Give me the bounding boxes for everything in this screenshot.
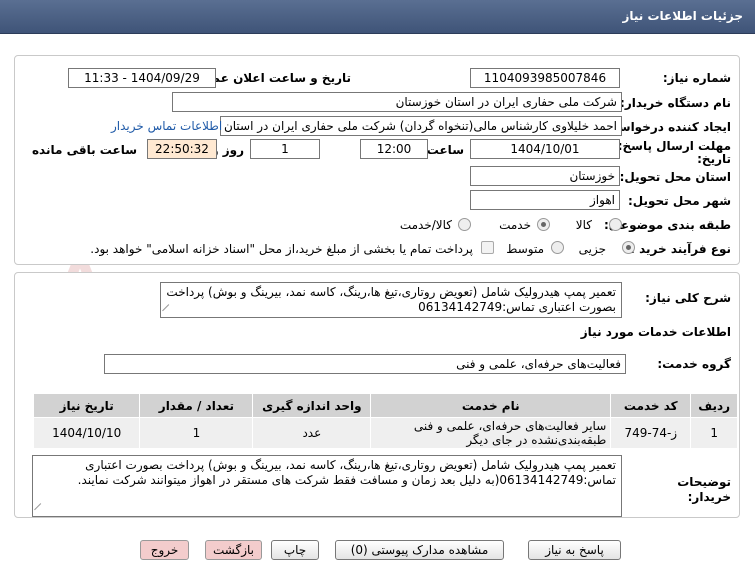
- exit-button[interactable]: خروج: [140, 540, 189, 560]
- deadline-date-label: تاریخ:: [697, 152, 731, 166]
- treasury-payment-note: پرداخت تمام یا بخشی از مبلغ خرید،از محل …: [90, 242, 473, 256]
- table-row: 1 ز-74-749 سایر فعالیت‌های حرفه‌ای، علمی…: [32, 417, 738, 449]
- service-group-field: فعالیت‌های حرفه‌ای، علمی و فنی: [104, 354, 626, 374]
- deadline-date-field: 1404/10/01: [470, 139, 620, 159]
- deadline-label: مهلت ارسال پاسخ: تا: [604, 139, 732, 153]
- remaining-time-field: 22:50:32: [147, 139, 217, 159]
- page-title: جزئیات اطلاعات نیاز: [622, 9, 743, 23]
- col-row-number: ردیف: [690, 393, 738, 418]
- back-button[interactable]: بازگشت: [205, 540, 262, 560]
- city-field: اهواز: [470, 190, 620, 210]
- creator-field: احمد خلیلاوی کارشناس مالی(تنخواه گردان) …: [220, 116, 622, 136]
- process-option-minor: جزیی: [578, 242, 606, 256]
- col-quantity: تعداد / مقدار: [139, 393, 254, 418]
- services-section-title: اطلاعات خدمات مورد نیاز: [580, 325, 731, 339]
- category-label: طبقه بندی موضوعی:: [603, 218, 731, 232]
- cell-unit: عدد: [252, 417, 372, 449]
- page-header: جزئیات اطلاعات نیاز: [0, 0, 755, 34]
- need-number-label: شماره نیاز:: [662, 71, 731, 85]
- province-field: خوزستان: [470, 166, 620, 186]
- view-attachments-button[interactable]: مشاهده مدارک پیوستی (0): [335, 540, 504, 560]
- buyer-org-field: شرکت ملی حفاری ایران در استان خوزستان: [172, 92, 622, 112]
- category-option-goods-service: کالا/خدمت: [399, 218, 452, 232]
- category-radio-goods[interactable]: [609, 218, 622, 231]
- col-unit: واحد اندازه گیری: [252, 393, 372, 418]
- process-radio-minor[interactable]: [622, 241, 635, 254]
- process-label: نوع فرآیند خرید :: [630, 242, 731, 256]
- category-option-goods: کالا: [575, 218, 592, 232]
- col-need-date: تاریخ نیاز: [32, 393, 141, 418]
- buyer-contact-link[interactable]: اطلاعات تماس خریدار: [111, 119, 222, 133]
- buyer-org-label: نام دستگاه خریدار:: [620, 96, 731, 110]
- buyer-notes-label-2: خریدار:: [687, 490, 731, 504]
- province-label: استان محل تحویل:: [619, 170, 731, 184]
- cell-service-code: ز-74-749: [610, 417, 692, 449]
- announce-field: 1404/09/29 - 11:33: [68, 68, 216, 88]
- days-field: 1: [250, 139, 320, 159]
- treasury-payment-checkbox[interactable]: [481, 241, 494, 254]
- col-service-code: کد خدمت: [610, 393, 692, 418]
- remaining-label: ساعت باقی مانده: [31, 143, 137, 157]
- respond-button[interactable]: پاسخ به نیاز: [528, 540, 621, 560]
- time-label: ساعت: [426, 143, 464, 157]
- service-group-label: گروه خدمت:: [657, 357, 731, 371]
- category-option-service: خدمت: [499, 218, 531, 232]
- services-table: ردیف کد خدمت نام خدمت واحد اندازه گیری ت…: [32, 393, 738, 449]
- buyer-notes-field: تعمیر پمپ هیدرولیک شامل (تعویض روتاری،تی…: [32, 455, 622, 517]
- cell-need-date: 1404/10/10: [32, 417, 141, 449]
- cell-service-name: سایر فعالیت‌های حرفه‌ای، علمی و فنی طبقه…: [370, 417, 612, 449]
- category-radio-service[interactable]: [537, 218, 550, 231]
- description-field: تعمیر پمپ هیدرولیک شامل (تعویض روتاری،تی…: [160, 282, 622, 318]
- col-service-name: نام خدمت: [370, 393, 612, 418]
- print-button[interactable]: چاپ: [271, 540, 319, 560]
- category-radio-goods-service[interactable]: [458, 218, 471, 231]
- process-radio-medium[interactable]: [551, 241, 564, 254]
- need-number-field: 1104093985007846: [470, 68, 620, 88]
- cell-quantity: 1: [139, 417, 254, 449]
- buyer-notes-label: توضیحات: [677, 475, 731, 489]
- cell-row-number: 1: [690, 417, 738, 449]
- table-header-row: ردیف کد خدمت نام خدمت واحد اندازه گیری ت…: [32, 393, 738, 418]
- description-label: شرح کلی نیاز:: [645, 291, 731, 305]
- deadline-time-field: 12:00: [360, 139, 428, 159]
- city-label: شهر محل تحویل:: [627, 194, 731, 208]
- process-option-medium: متوسط: [506, 242, 544, 256]
